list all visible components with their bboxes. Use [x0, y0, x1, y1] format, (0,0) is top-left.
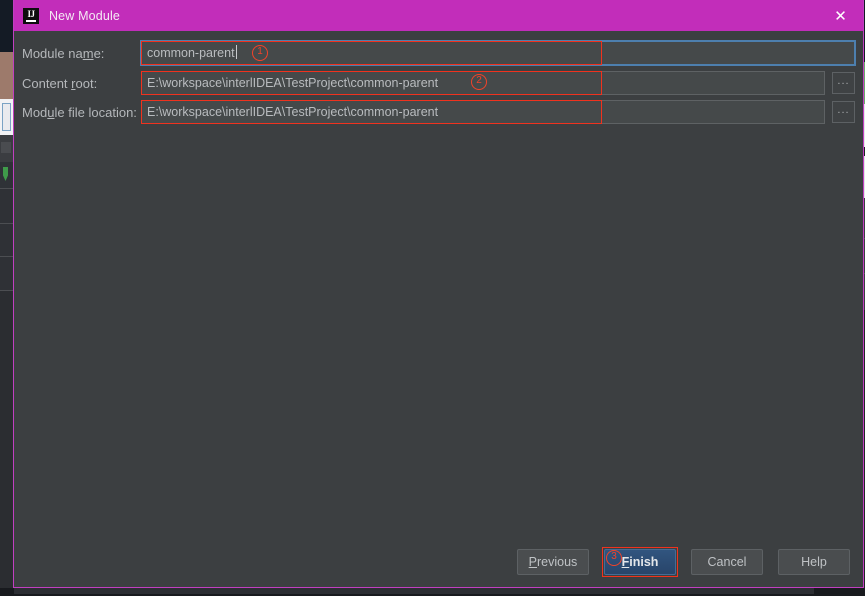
dialog-button-bar: Previous Finish Cancel Help 3 [14, 539, 863, 587]
bg-bottom-statusbar [14, 588, 814, 594]
module-name-row: Module name: common-parent [14, 41, 863, 67]
content-root-value: E:\workspace\interlIDEA\TestProject\comm… [147, 76, 438, 90]
module-name-field[interactable]: common-parent [141, 41, 855, 65]
module-name-value: common-parent [147, 46, 235, 60]
bg-left-white-inner [2, 103, 11, 131]
dialog-body: Module name: common-parent Content root:… [14, 31, 863, 539]
dialog-titlebar: IJ New Module ✕ [14, 0, 863, 31]
intellij-idea-icon-underline [26, 20, 36, 22]
finish-button[interactable]: Finish [604, 549, 676, 575]
module-file-location-value: E:\workspace\interlIDEA\TestProject\comm… [147, 105, 438, 119]
module-file-location-label: Module file location: [22, 102, 137, 124]
module-file-location-field[interactable]: E:\workspace\interlIDEA\TestProject\comm… [141, 100, 825, 124]
close-icon[interactable]: ✕ [818, 0, 863, 31]
module-file-location-browse-button[interactable]: ... [832, 101, 855, 123]
content-root-row: Content root: E:\workspace\interlIDEA\Te… [14, 71, 863, 97]
cancel-button[interactable]: Cancel [691, 549, 763, 575]
bg-left-row-5 [0, 257, 13, 290]
module-file-location-row: Module file location: E:\workspace\inter… [14, 100, 863, 126]
bg-left-row-3 [0, 189, 13, 223]
bg-left-row-1-icon [1, 142, 11, 153]
module-name-label: Module name: [22, 43, 104, 65]
new-module-dialog: IJ New Module ✕ Module name: common-pare… [13, 0, 864, 588]
help-button[interactable]: Help [778, 549, 850, 575]
bg-left-filler [0, 291, 13, 596]
dialog-title: New Module [49, 9, 120, 23]
bg-left-dark-panel [0, 0, 13, 52]
content-root-label: Content root: [22, 73, 97, 95]
previous-button[interactable]: Previous [517, 549, 589, 575]
bg-left-image [0, 52, 13, 99]
bg-left-row-4 [0, 224, 13, 256]
content-root-field[interactable]: E:\workspace\interlIDEA\TestProject\comm… [141, 71, 825, 95]
content-root-browse-button[interactable]: ... [832, 72, 855, 94]
intellij-idea-icon: IJ [23, 8, 39, 24]
text-caret [236, 45, 237, 59]
